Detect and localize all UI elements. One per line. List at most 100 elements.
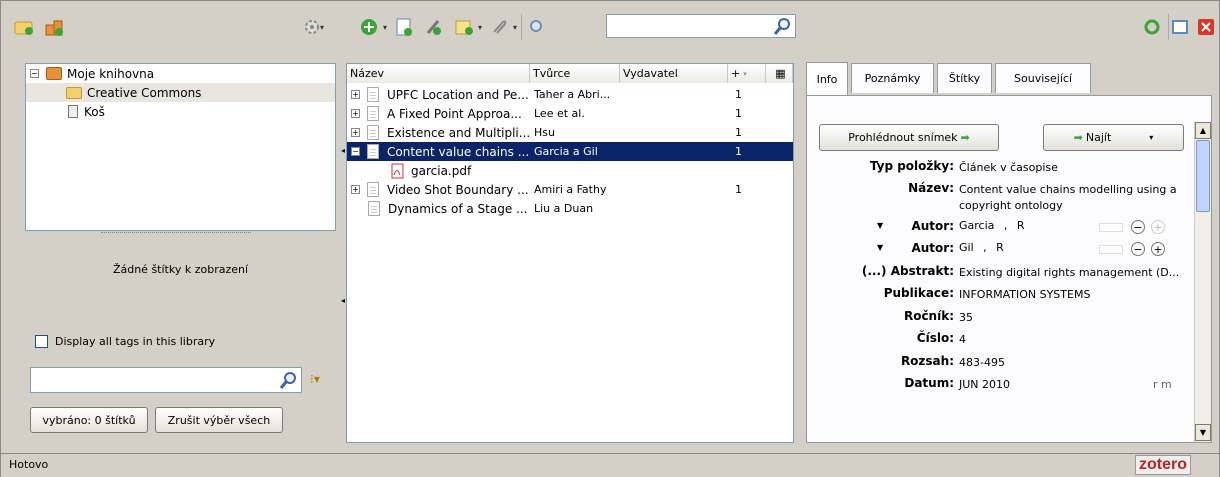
item-type-value[interactable]: Článek v časopise: [959, 161, 1058, 174]
advanced-search-icon[interactable]: [521, 14, 551, 40]
author-last-name[interactable]: Gil: [959, 241, 974, 254]
author-first-name[interactable]: R: [1017, 219, 1025, 232]
add-author-icon[interactable]: +: [1151, 242, 1165, 256]
info-scrollbar[interactable]: ▲ ▼: [1194, 122, 1211, 442]
title-value[interactable]: Content value chains modelling using a: [959, 183, 1177, 196]
collapse-toggle[interactable]: −: [30, 69, 39, 78]
search-input[interactable]: [606, 14, 796, 38]
fullscreen-icon[interactable]: [1167, 14, 1191, 40]
publication-value[interactable]: INFORMATION SYSTEMS: [959, 288, 1090, 301]
item-row-selected[interactable]: − Content value chains ... Garcia a Gil …: [347, 142, 793, 161]
item-pane: Info Poznámky Štítky Související Prohléd…: [806, 62, 1216, 443]
zotero-window: ▾ ▾ ▾ ▾ − Moje knihovna Creative Commons…: [0, 0, 1220, 477]
tab-notes[interactable]: Poznámky: [851, 63, 934, 93]
view-snapshot-button[interactable]: Prohlédnout snímek ➡: [819, 124, 999, 151]
item-row[interactable]: + Existence and Multipli... Hsu 1: [347, 123, 793, 142]
column-picker-icon[interactable]: ▦: [766, 64, 793, 83]
journal-article-icon: [367, 182, 379, 197]
zotero-logo[interactable]: zotero: [1135, 455, 1191, 475]
author-type-dropdown-icon[interactable]: ▼: [877, 243, 883, 252]
sync-icon[interactable]: [1141, 14, 1164, 40]
issue-value[interactable]: 4: [959, 333, 966, 346]
new-collection-icon[interactable]: [11, 14, 37, 40]
tag-filter-input[interactable]: [30, 367, 302, 393]
new-item-icon[interactable]: [356, 14, 382, 40]
locate-button[interactable]: ➡ Najít ▾: [1043, 124, 1184, 151]
collections-toolbar: ▾: [11, 7, 331, 47]
tab-tags[interactable]: Štítky: [937, 63, 992, 93]
new-note-icon[interactable]: [451, 14, 477, 40]
trash-icon: [68, 105, 78, 118]
chevron-down-icon[interactable]: ▾: [478, 23, 482, 32]
chevron-down-icon[interactable]: ▾: [513, 23, 517, 32]
scrollbar-thumb[interactable]: [1196, 140, 1210, 212]
author-label: Autor:: [911, 219, 954, 233]
column-header-title[interactable]: Název: [347, 64, 530, 83]
date-label: Datum:: [904, 376, 954, 390]
remove-item-icon[interactable]: [421, 14, 447, 40]
item-row[interactable]: + A Fixed Point Approa... Lee et al. 1: [347, 104, 793, 123]
item-row[interactable]: Dynamics of a Stage ... Liu a Duan: [347, 199, 793, 218]
collapse-toggle[interactable]: −: [351, 147, 360, 156]
items-toolbar: ▾ ▾ ▾: [356, 7, 796, 47]
author-mode-switch[interactable]: [1099, 245, 1123, 254]
expand-toggle[interactable]: +: [351, 109, 360, 118]
remove-author-icon[interactable]: −: [1131, 242, 1145, 256]
collection-creative-commons[interactable]: Creative Commons: [26, 83, 335, 102]
items-list: + UPFC Location and Pe... Taher a Abri..…: [347, 85, 793, 218]
title-value-continued[interactable]: copyright ontology: [959, 199, 1063, 212]
column-header-creator[interactable]: Tvůrce: [530, 64, 620, 83]
column-header-publisher[interactable]: Vydavatel: [620, 64, 728, 83]
chevron-down-icon[interactable]: ▾: [320, 23, 324, 32]
journal-article-icon: [367, 87, 379, 102]
column-header-attachments[interactable]: + ▾: [728, 64, 766, 83]
display-all-tags-option[interactable]: Display all tags in this library: [35, 335, 215, 348]
volume-value[interactable]: 35: [959, 311, 973, 324]
author-row: Garcia , R − +: [959, 219, 1189, 237]
date-value[interactable]: JUN 2010: [959, 378, 1010, 391]
tab-related[interactable]: Související: [995, 63, 1091, 93]
folder-icon: [66, 86, 82, 99]
author-type-dropdown-icon[interactable]: ▼: [877, 221, 883, 230]
library-icon: [46, 67, 62, 80]
deselect-all-button[interactable]: Zrušit výběr všech: [155, 407, 283, 433]
scroll-down-icon[interactable]: ▼: [1195, 424, 1211, 441]
close-icon[interactable]: [1194, 14, 1217, 40]
collection-my-library[interactable]: − Moje knihovna: [26, 64, 335, 83]
expand-toggle[interactable]: +: [351, 185, 360, 194]
attachment-row[interactable]: garcia.pdf: [347, 161, 793, 180]
author-mode-switch[interactable]: [1099, 223, 1123, 232]
display-all-tags-checkbox[interactable]: [35, 335, 48, 348]
abstract-value[interactable]: Existing digital rights management (D...: [959, 266, 1179, 279]
volume-label: Ročník:: [903, 309, 954, 323]
search-icon[interactable]: [278, 371, 298, 391]
expand-toggle[interactable]: +: [351, 128, 360, 137]
add-by-identifier-icon[interactable]: [391, 14, 417, 40]
scroll-up-icon[interactable]: ▲: [1195, 122, 1211, 139]
issue-label: Číslo:: [916, 331, 954, 345]
pdf-icon: [391, 163, 404, 178]
pages-value[interactable]: 483-495: [959, 356, 1005, 369]
selected-tags-count: vybráno: 0 štítků: [30, 407, 148, 433]
pane-splitter[interactable]: [101, 232, 251, 238]
abstract-label[interactable]: (...) Abstrakt:: [862, 264, 954, 278]
add-author-icon[interactable]: +: [1151, 220, 1165, 234]
date-format-hint: r m: [1153, 378, 1172, 391]
tag-actions-icon[interactable]: ⁝▾: [310, 372, 320, 386]
author-last-name[interactable]: Garcia: [959, 219, 994, 232]
author-first-name[interactable]: R: [996, 241, 1004, 254]
attach-icon[interactable]: [486, 14, 512, 40]
tab-info[interactable]: Info: [806, 62, 848, 95]
collections-tree: − Moje knihovna Creative Commons Koš: [25, 63, 336, 231]
remove-author-icon[interactable]: −: [1131, 220, 1145, 234]
field-labels: Typ položky: Název: Autor: Autor: (...) …: [807, 159, 954, 449]
search-icon[interactable]: [772, 17, 792, 37]
item-row[interactable]: + Video Shot Boundary ... Amiri a Fathy …: [347, 180, 793, 199]
expand-toggle[interactable]: +: [351, 90, 360, 99]
chevron-down-icon[interactable]: ▾: [383, 23, 387, 32]
window-toolbar: [1141, 7, 1220, 47]
new-group-icon[interactable]: [41, 14, 67, 40]
item-row[interactable]: + UPFC Location and Pe... Taher a Abri..…: [347, 85, 793, 104]
publication-label: Publikace:: [883, 286, 954, 300]
collection-trash[interactable]: Koš: [26, 102, 335, 121]
